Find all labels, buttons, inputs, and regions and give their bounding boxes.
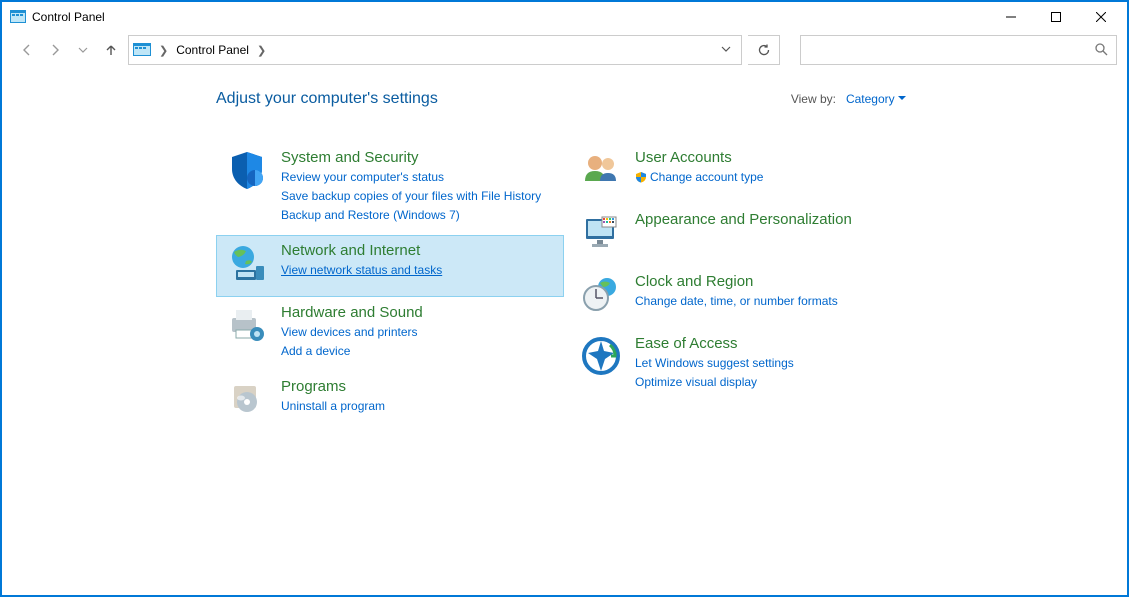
category-link[interactable]: Backup and Restore (Windows 7) <box>281 206 541 224</box>
forward-button[interactable] <box>44 39 66 61</box>
category-hardware-sound[interactable]: Hardware and Sound View devices and prin… <box>216 297 564 371</box>
search-input[interactable] <box>800 35 1117 65</box>
category-clock-region[interactable]: Clock and Region Change date, time, or n… <box>570 266 918 328</box>
back-button[interactable] <box>16 39 38 61</box>
search-icon[interactable] <box>1094 42 1108 59</box>
maximize-button[interactable] <box>1033 3 1078 31</box>
category-title[interactable]: Ease of Access <box>635 335 794 353</box>
refresh-button[interactable] <box>748 35 780 65</box>
category-title[interactable]: Network and Internet <box>281 242 442 260</box>
category-title[interactable]: Appearance and Personalization <box>635 211 852 229</box>
close-button[interactable] <box>1078 3 1123 31</box>
address-bar[interactable]: ❯ Control Panel ❯ <box>128 35 742 65</box>
category-title[interactable]: User Accounts <box>635 149 763 167</box>
view-by-dropdown[interactable]: Category <box>846 92 906 106</box>
monitor-appearance-icon <box>577 211 625 255</box>
nav-toolbar: ❯ Control Panel ❯ <box>2 32 1127 72</box>
category-link[interactable]: View devices and printers <box>281 323 423 341</box>
category-title[interactable]: Clock and Region <box>635 273 838 291</box>
category-link[interactable]: Review your computer's status <box>281 168 541 186</box>
category-link[interactable]: Let Windows suggest settings <box>635 354 794 372</box>
category-system-security[interactable]: System and Security Review your computer… <box>216 142 564 235</box>
category-title[interactable]: Programs <box>281 378 385 396</box>
programs-icon <box>223 378 271 422</box>
view-by-label: View by: <box>791 92 836 106</box>
category-link[interactable]: Change account type <box>635 168 763 186</box>
users-icon <box>577 149 625 193</box>
category-appearance-personalization[interactable]: Appearance and Personalization <box>570 204 918 266</box>
category-title[interactable]: Hardware and Sound <box>281 304 423 322</box>
content-area: Adjust your computer's settings View by:… <box>2 72 1127 595</box>
breadcrumb-root[interactable]: Control Panel <box>176 43 249 57</box>
titlebar: Control Panel <box>2 2 1127 32</box>
globe-network-icon <box>223 242 271 286</box>
category-title[interactable]: System and Security <box>281 149 541 167</box>
category-link[interactable]: Save backup copies of your files with Fi… <box>281 187 541 205</box>
address-history-dropdown[interactable] <box>715 43 737 57</box>
chevron-right-icon[interactable]: ❯ <box>157 44 170 57</box>
search-field[interactable] <box>809 43 964 57</box>
category-link[interactable]: Change date, time, or number formats <box>635 292 838 310</box>
category-link[interactable]: View network status and tasks <box>281 261 442 279</box>
window-title: Control Panel <box>32 10 105 24</box>
categories-left-column: System and Security Review your computer… <box>216 142 564 433</box>
uac-shield-icon <box>635 171 647 183</box>
recent-locations-dropdown[interactable] <box>72 39 94 61</box>
category-user-accounts[interactable]: User Accounts Change account type <box>570 142 918 204</box>
category-network-internet[interactable]: Network and Internet View network status… <box>216 235 564 297</box>
category-link[interactable]: Optimize visual display <box>635 373 794 391</box>
view-by-control: View by: Category <box>791 92 906 106</box>
category-link[interactable]: Add a device <box>281 342 423 360</box>
control-panel-window: Control Panel ❯ Control Panel ❯ <box>0 0 1129 597</box>
clock-globe-icon <box>577 273 625 317</box>
up-button[interactable] <box>100 39 122 61</box>
category-ease-of-access[interactable]: Ease of Access Let Windows suggest setti… <box>570 328 918 402</box>
ease-of-access-icon <box>577 335 625 379</box>
chevron-right-icon[interactable]: ❯ <box>255 44 268 57</box>
printer-icon <box>223 304 271 348</box>
category-programs[interactable]: Programs Uninstall a program <box>216 371 564 433</box>
control-panel-icon <box>10 9 26 25</box>
minimize-button[interactable] <box>988 3 1033 31</box>
shield-icon <box>223 149 271 193</box>
categories-right-column: User Accounts Change account type Appear… <box>570 142 918 433</box>
control-panel-icon <box>133 42 151 58</box>
category-link[interactable]: Uninstall a program <box>281 397 385 415</box>
page-heading: Adjust your computer's settings <box>216 90 438 108</box>
